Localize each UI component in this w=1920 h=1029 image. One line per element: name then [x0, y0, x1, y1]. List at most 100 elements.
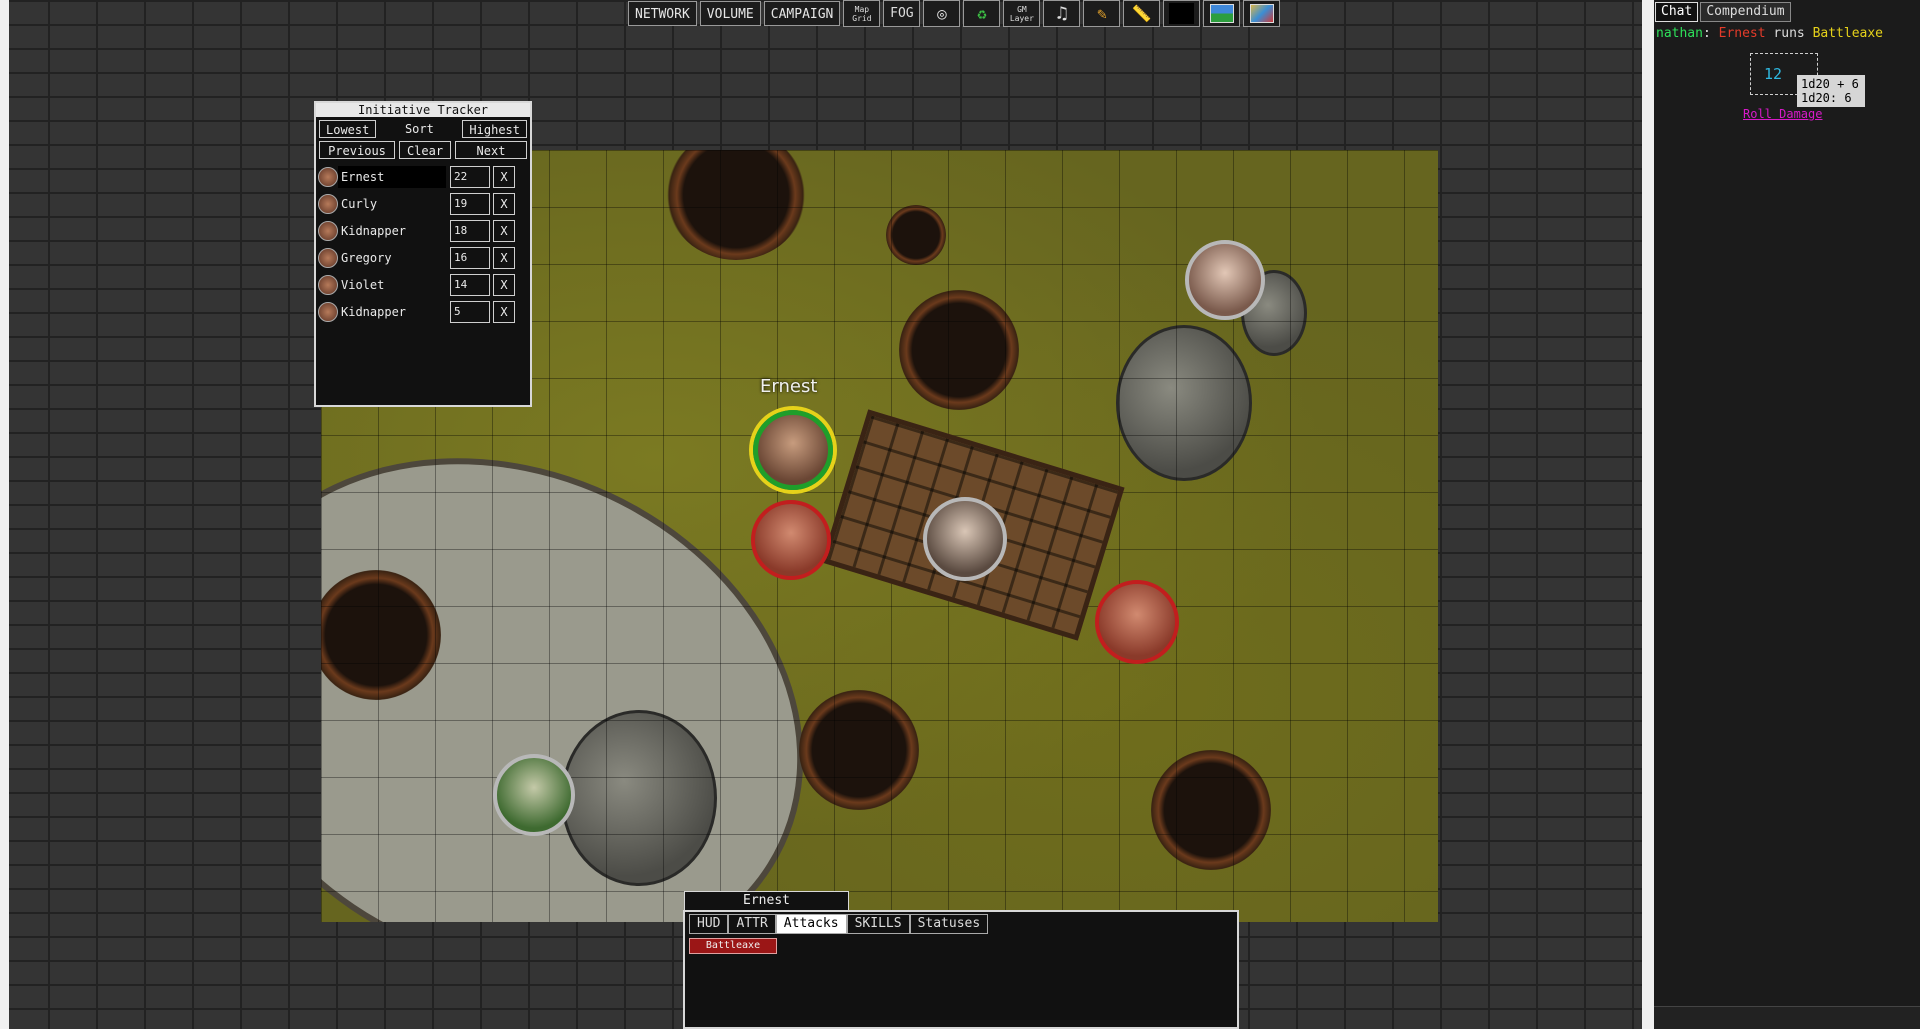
- sort-lowest-button[interactable]: Lowest: [319, 120, 377, 138]
- volume-button[interactable]: VOLUME: [699, 1, 761, 26]
- chat-input[interactable]: [1654, 1006, 1920, 1029]
- selected-token-label: Ernest: [760, 376, 818, 397]
- initiative-name: Kidnapper: [341, 304, 407, 319]
- map-grid-button[interactable]: Map Grid: [843, 0, 881, 27]
- initiative-value-input[interactable]: 19: [450, 192, 490, 215]
- roll-tooltip: 1d20 + 6 1d20: 6: [1797, 75, 1865, 107]
- measure-button[interactable]: 📏: [1123, 0, 1161, 27]
- previous-button[interactable]: Previous: [319, 141, 395, 159]
- dial-button[interactable]: ◎: [923, 0, 961, 27]
- initiative-name: Ernest: [338, 165, 446, 188]
- avatar: [318, 166, 338, 187]
- chat-actor: Ernest: [1718, 26, 1766, 41]
- initiative-value-input[interactable]: 5: [450, 300, 490, 323]
- draw-button[interactable]: ✎: [1083, 0, 1121, 27]
- game-window: NETWORK VOLUME CAMPAIGN Map Grid FOG ◎ ♻…: [0, 0, 1920, 1029]
- chat-user: nathan: [1656, 26, 1703, 41]
- roll-detail: 1d20: 6: [1801, 91, 1852, 105]
- avatar: [318, 247, 338, 268]
- left-border: [0, 0, 9, 1029]
- pencil-icon: ✎: [1097, 4, 1107, 23]
- map-grid-icon: Map Grid: [852, 4, 872, 23]
- avatar: [318, 274, 338, 295]
- remove-button[interactable]: X: [493, 165, 515, 188]
- initiative-value-input[interactable]: 18: [450, 219, 490, 242]
- fog-button[interactable]: FOG: [883, 0, 921, 27]
- tab-compendium[interactable]: Compendium: [1700, 2, 1791, 22]
- campaign-button[interactable]: CAMPAIGN: [763, 1, 841, 26]
- gm-layer-button[interactable]: GM Layer: [1003, 0, 1041, 27]
- tab-attr[interactable]: ATTR: [728, 914, 776, 934]
- remove-button[interactable]: X: [493, 192, 515, 215]
- initiative-entry[interactable]: Gregory 16 X: [316, 244, 530, 271]
- token-violet[interactable]: [923, 497, 1007, 581]
- music-note-icon: ♫: [1056, 3, 1068, 24]
- turn-row: Previous Clear Next: [316, 138, 530, 159]
- remove-button[interactable]: X: [493, 300, 515, 323]
- remove-button[interactable]: X: [493, 273, 515, 296]
- ruler-icon: 📏: [1131, 4, 1152, 23]
- initiative-name: Violet: [341, 277, 385, 292]
- roll-total: 12: [1763, 65, 1783, 83]
- initiative-value-input[interactable]: 22: [450, 165, 490, 188]
- token-ernest[interactable]: [753, 410, 833, 490]
- token-kidnapper-2[interactable]: [1095, 580, 1179, 664]
- panel-divider[interactable]: [1642, 0, 1654, 1029]
- chat-verb: runs: [1765, 26, 1813, 41]
- sort-highest-button[interactable]: Highest: [462, 120, 527, 138]
- character-hud: HUD ATTR Attacks SKILLS Statuses Battlea…: [683, 910, 1239, 1029]
- sort-label: Sort: [404, 122, 434, 136]
- sort-row: Lowest Sort Highest: [316, 117, 530, 138]
- initiative-entry[interactable]: Violet 14 X: [316, 271, 530, 298]
- chat-panel: Chat Compendium nathan: Ernest runs Batt…: [1654, 0, 1920, 1029]
- clear-button[interactable]: Clear: [399, 141, 451, 159]
- roll-formula: 1d20 + 6: [1801, 77, 1859, 91]
- tab-hud[interactable]: HUD: [689, 914, 729, 934]
- top-toolbar: NETWORK VOLUME CAMPAIGN Map Grid FOG ◎ ♻…: [628, 0, 1281, 29]
- initiative-name: Kidnapper: [341, 223, 407, 238]
- chat-message: nathan: Ernest runs Battleaxe: [1654, 22, 1920, 45]
- avatar: [318, 220, 338, 241]
- hud-tabs: HUD ATTR Attacks SKILLS Statuses: [685, 912, 1237, 934]
- initiative-value-input[interactable]: 14: [450, 273, 490, 296]
- hud-character-name: Ernest: [684, 891, 849, 911]
- attack-battleaxe-button[interactable]: Battleaxe: [689, 938, 777, 954]
- image-icon: [1209, 4, 1234, 23]
- avatar: [318, 193, 338, 214]
- initiative-entry[interactable]: Ernest 22 X: [316, 163, 530, 190]
- initiative-entry[interactable]: Kidnapper 5 X: [316, 298, 530, 325]
- avatar: [318, 301, 338, 322]
- initiative-name: Gregory: [341, 250, 392, 265]
- tab-chat[interactable]: Chat: [1655, 2, 1699, 22]
- token-button[interactable]: ♻: [963, 0, 1001, 27]
- tab-skills[interactable]: SKILLS: [846, 914, 910, 934]
- token-gregory[interactable]: [493, 754, 575, 836]
- dial-icon: ◎: [937, 4, 947, 23]
- network-button[interactable]: NETWORK: [628, 1, 697, 26]
- music-button[interactable]: ♫: [1043, 0, 1081, 27]
- chat-separator: :: [1702, 26, 1719, 41]
- initiative-tracker: Initiative Tracker Lowest Sort Highest P…: [314, 101, 532, 407]
- map-button[interactable]: [1243, 0, 1281, 27]
- tab-attacks[interactable]: Attacks: [775, 914, 847, 934]
- token-kidnapper[interactable]: [751, 500, 831, 580]
- map-icon: [1249, 4, 1274, 23]
- initiative-title: Initiative Tracker: [316, 103, 530, 117]
- chat-tabs: Chat Compendium: [1654, 0, 1920, 22]
- next-button[interactable]: Next: [455, 141, 527, 159]
- initiative-name: Curly: [341, 196, 378, 211]
- token-icon: ♻: [977, 4, 987, 23]
- image-button[interactable]: [1203, 0, 1241, 27]
- chat-item: Battleaxe: [1812, 26, 1884, 41]
- remove-button[interactable]: X: [493, 219, 515, 242]
- token-curly[interactable]: [1185, 240, 1265, 320]
- fog-label: FOG: [890, 6, 914, 21]
- initiative-entry[interactable]: Kidnapper 18 X: [316, 217, 530, 244]
- gm-layer-icon: GM Layer: [1009, 4, 1034, 23]
- tab-statuses[interactable]: Statuses: [909, 914, 989, 934]
- initiative-value-input[interactable]: 16: [450, 246, 490, 269]
- remove-button[interactable]: X: [493, 246, 515, 269]
- roll-damage-link[interactable]: Roll Damage: [1743, 107, 1822, 121]
- initiative-entry[interactable]: Curly 19 X: [316, 190, 530, 217]
- color-button[interactable]: [1163, 0, 1201, 27]
